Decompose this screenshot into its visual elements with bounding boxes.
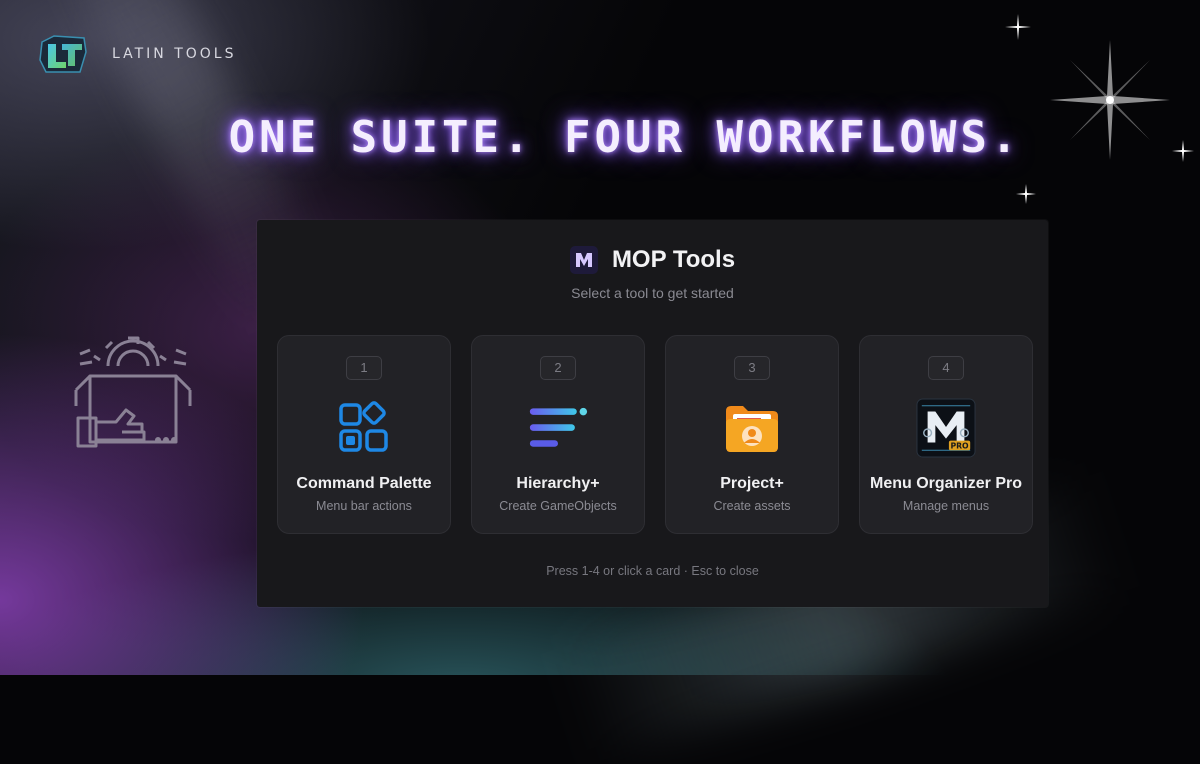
tool-card-hierarchy-plus[interactable]: 2 Hierarchy+ Create GameObjects: [471, 335, 645, 534]
tool-card-project-plus[interactable]: 3 Project+ Create assets: [665, 335, 839, 534]
hierarchy-icon: [528, 398, 588, 458]
card-subtitle: Create assets: [713, 499, 791, 513]
card-title: Menu Organizer Pro: [869, 475, 1023, 492]
shortcut-key: 2: [540, 356, 576, 380]
menu-organizer-logo-icon: PRO: [916, 398, 976, 458]
latin-tools-logo-icon: [39, 35, 87, 73]
card-title: Project+: [720, 475, 784, 492]
shortcut-key: 1: [346, 356, 382, 380]
box-gear-hand-icon: [74, 336, 192, 448]
tool-selector-panel: MOP Tools Select a tool to get started 1…: [257, 220, 1048, 607]
svg-text:PRO: PRO: [950, 441, 969, 450]
brand-name: LATIN TOOLS: [112, 46, 237, 62]
keyboard-hint: Press 1-4 or click a card · Esc to close: [546, 564, 759, 578]
card-subtitle: Menu bar actions: [316, 499, 412, 513]
mop-tools-logo-icon: [569, 246, 598, 274]
shortcut-key: 4: [928, 356, 964, 380]
sparkle-icon: [1050, 40, 1170, 160]
shortcut-key: 3: [734, 356, 770, 380]
panel-title-row: MOP Tools: [257, 246, 1048, 274]
tool-card-command-palette[interactable]: 1 Command Palette Menu bar actions: [277, 335, 451, 534]
tool-card-menu-organizer-pro[interactable]: 4 PRO Menu Organizer Pro Manage menus: [859, 335, 1033, 534]
sparkle-icon: [1005, 14, 1031, 40]
grid-icon: [334, 398, 394, 458]
tool-card-list: 1 Command Palette Menu bar actions 2 Hie…: [277, 335, 1033, 534]
card-subtitle: Create GameObjects: [499, 499, 617, 513]
headline: ONE SUITE. FOUR WORKFLOWS.: [228, 112, 1022, 163]
panel-subtitle: Select a tool to get started: [571, 285, 734, 301]
brand: LATIN TOOLS: [36, 32, 237, 76]
sparkle-icon: [1016, 184, 1036, 204]
card-title: Command Palette: [296, 475, 432, 492]
card-subtitle: Manage menus: [902, 499, 990, 513]
sparkle-icon: [1172, 140, 1194, 162]
panel-title: MOP Tools: [611, 246, 736, 273]
folder-user-icon: [722, 398, 782, 458]
card-title: Hierarchy+: [516, 475, 600, 492]
